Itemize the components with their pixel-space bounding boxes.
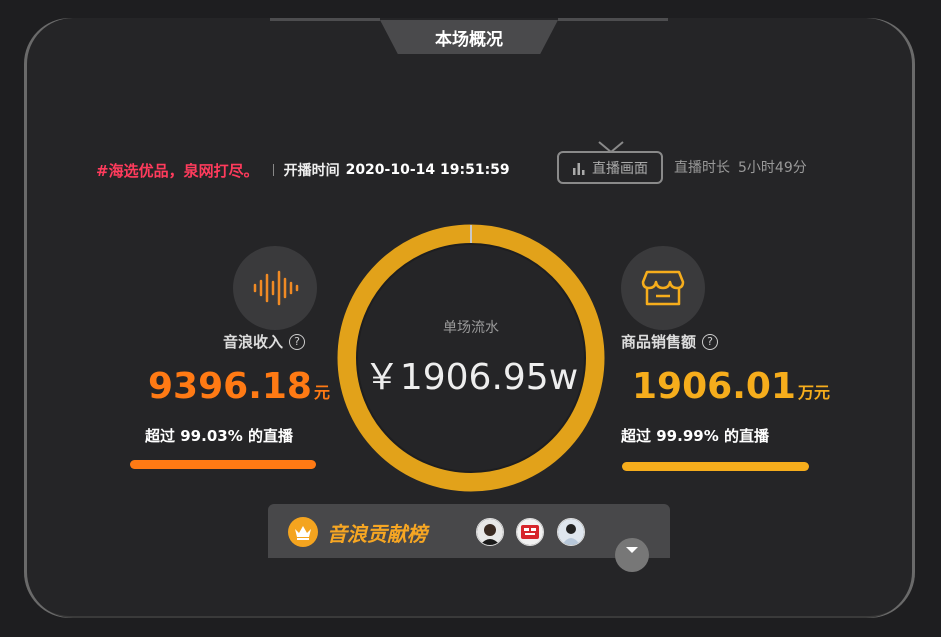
sales-unit: 万元 bbox=[797, 383, 830, 402]
start-time-label: 开播时间 bbox=[283, 163, 340, 179]
chevron-down-icon[interactable] bbox=[615, 538, 649, 572]
duration: 直播时长 5小时49分 bbox=[674, 157, 807, 177]
divider bbox=[272, 164, 274, 176]
exceed-suffix: 的直播 bbox=[723, 427, 769, 445]
sound-wave-icon bbox=[253, 270, 299, 306]
avatar[interactable] bbox=[476, 518, 504, 546]
help-icon[interactable]: ? bbox=[289, 333, 306, 350]
sales-value: 1906.01 万元 bbox=[632, 366, 830, 407]
top-border-right bbox=[558, 18, 668, 21]
sound-income-number: 9396.18 bbox=[148, 366, 312, 407]
exceed-prefix: 超过 bbox=[621, 427, 652, 445]
help-icon[interactable]: ? bbox=[702, 333, 719, 350]
exceed-percent: 99.03% bbox=[180, 427, 243, 445]
info-row: #海选优品，泉网打尽。 开播时间 2020-10-14 19:51:59 bbox=[96, 155, 510, 185]
duration-value: 5小时49分 bbox=[738, 160, 807, 176]
live-view-label: 直播画面 bbox=[592, 160, 648, 177]
bar-chart-icon bbox=[573, 162, 585, 175]
avatar[interactable] bbox=[557, 518, 585, 546]
live-view-button[interactable]: 直播画面 bbox=[557, 151, 663, 184]
sound-income-label: 音浪收入 ? bbox=[223, 331, 306, 352]
store-icon bbox=[641, 270, 685, 306]
sales-exceed: 超过 99.99% 的直播 bbox=[621, 425, 769, 446]
sound-income-bar bbox=[130, 460, 316, 469]
sales-label: 商品销售额 ? bbox=[621, 331, 719, 352]
sales-label-text: 商品销售额 bbox=[621, 333, 697, 351]
revenue-label: 单场流水 bbox=[443, 320, 499, 336]
duration-label: 直播时长 bbox=[674, 160, 730, 176]
exceed-suffix: 的直播 bbox=[247, 427, 293, 445]
panel-title: 本场概况 bbox=[380, 20, 558, 54]
sound-income-unit: 元 bbox=[313, 383, 330, 402]
sound-income-icon-circle bbox=[233, 246, 317, 330]
exceed-percent: 99.99% bbox=[656, 427, 719, 445]
hashtag-text[interactable]: #海选优品，泉网打尽。 bbox=[96, 160, 259, 181]
sound-income-value: 9396.18 元 bbox=[148, 366, 330, 407]
revenue-value: ￥1906.95w bbox=[363, 357, 579, 398]
sales-icon-circle bbox=[621, 246, 705, 330]
sound-income-exceed: 超过 99.03% 的直播 bbox=[145, 425, 293, 446]
exceed-prefix: 超过 bbox=[145, 427, 176, 445]
avatar[interactable] bbox=[516, 518, 544, 546]
top-border-left bbox=[270, 18, 380, 21]
crown-icon bbox=[288, 517, 318, 547]
ranking-title[interactable]: 音浪贡献榜 bbox=[327, 518, 427, 547]
sales-number: 1906.01 bbox=[632, 366, 796, 407]
sound-income-label-text: 音浪收入 bbox=[223, 333, 284, 351]
start-time-value: 2020-10-14 19:51:59 bbox=[345, 162, 510, 178]
sales-bar bbox=[622, 462, 809, 471]
